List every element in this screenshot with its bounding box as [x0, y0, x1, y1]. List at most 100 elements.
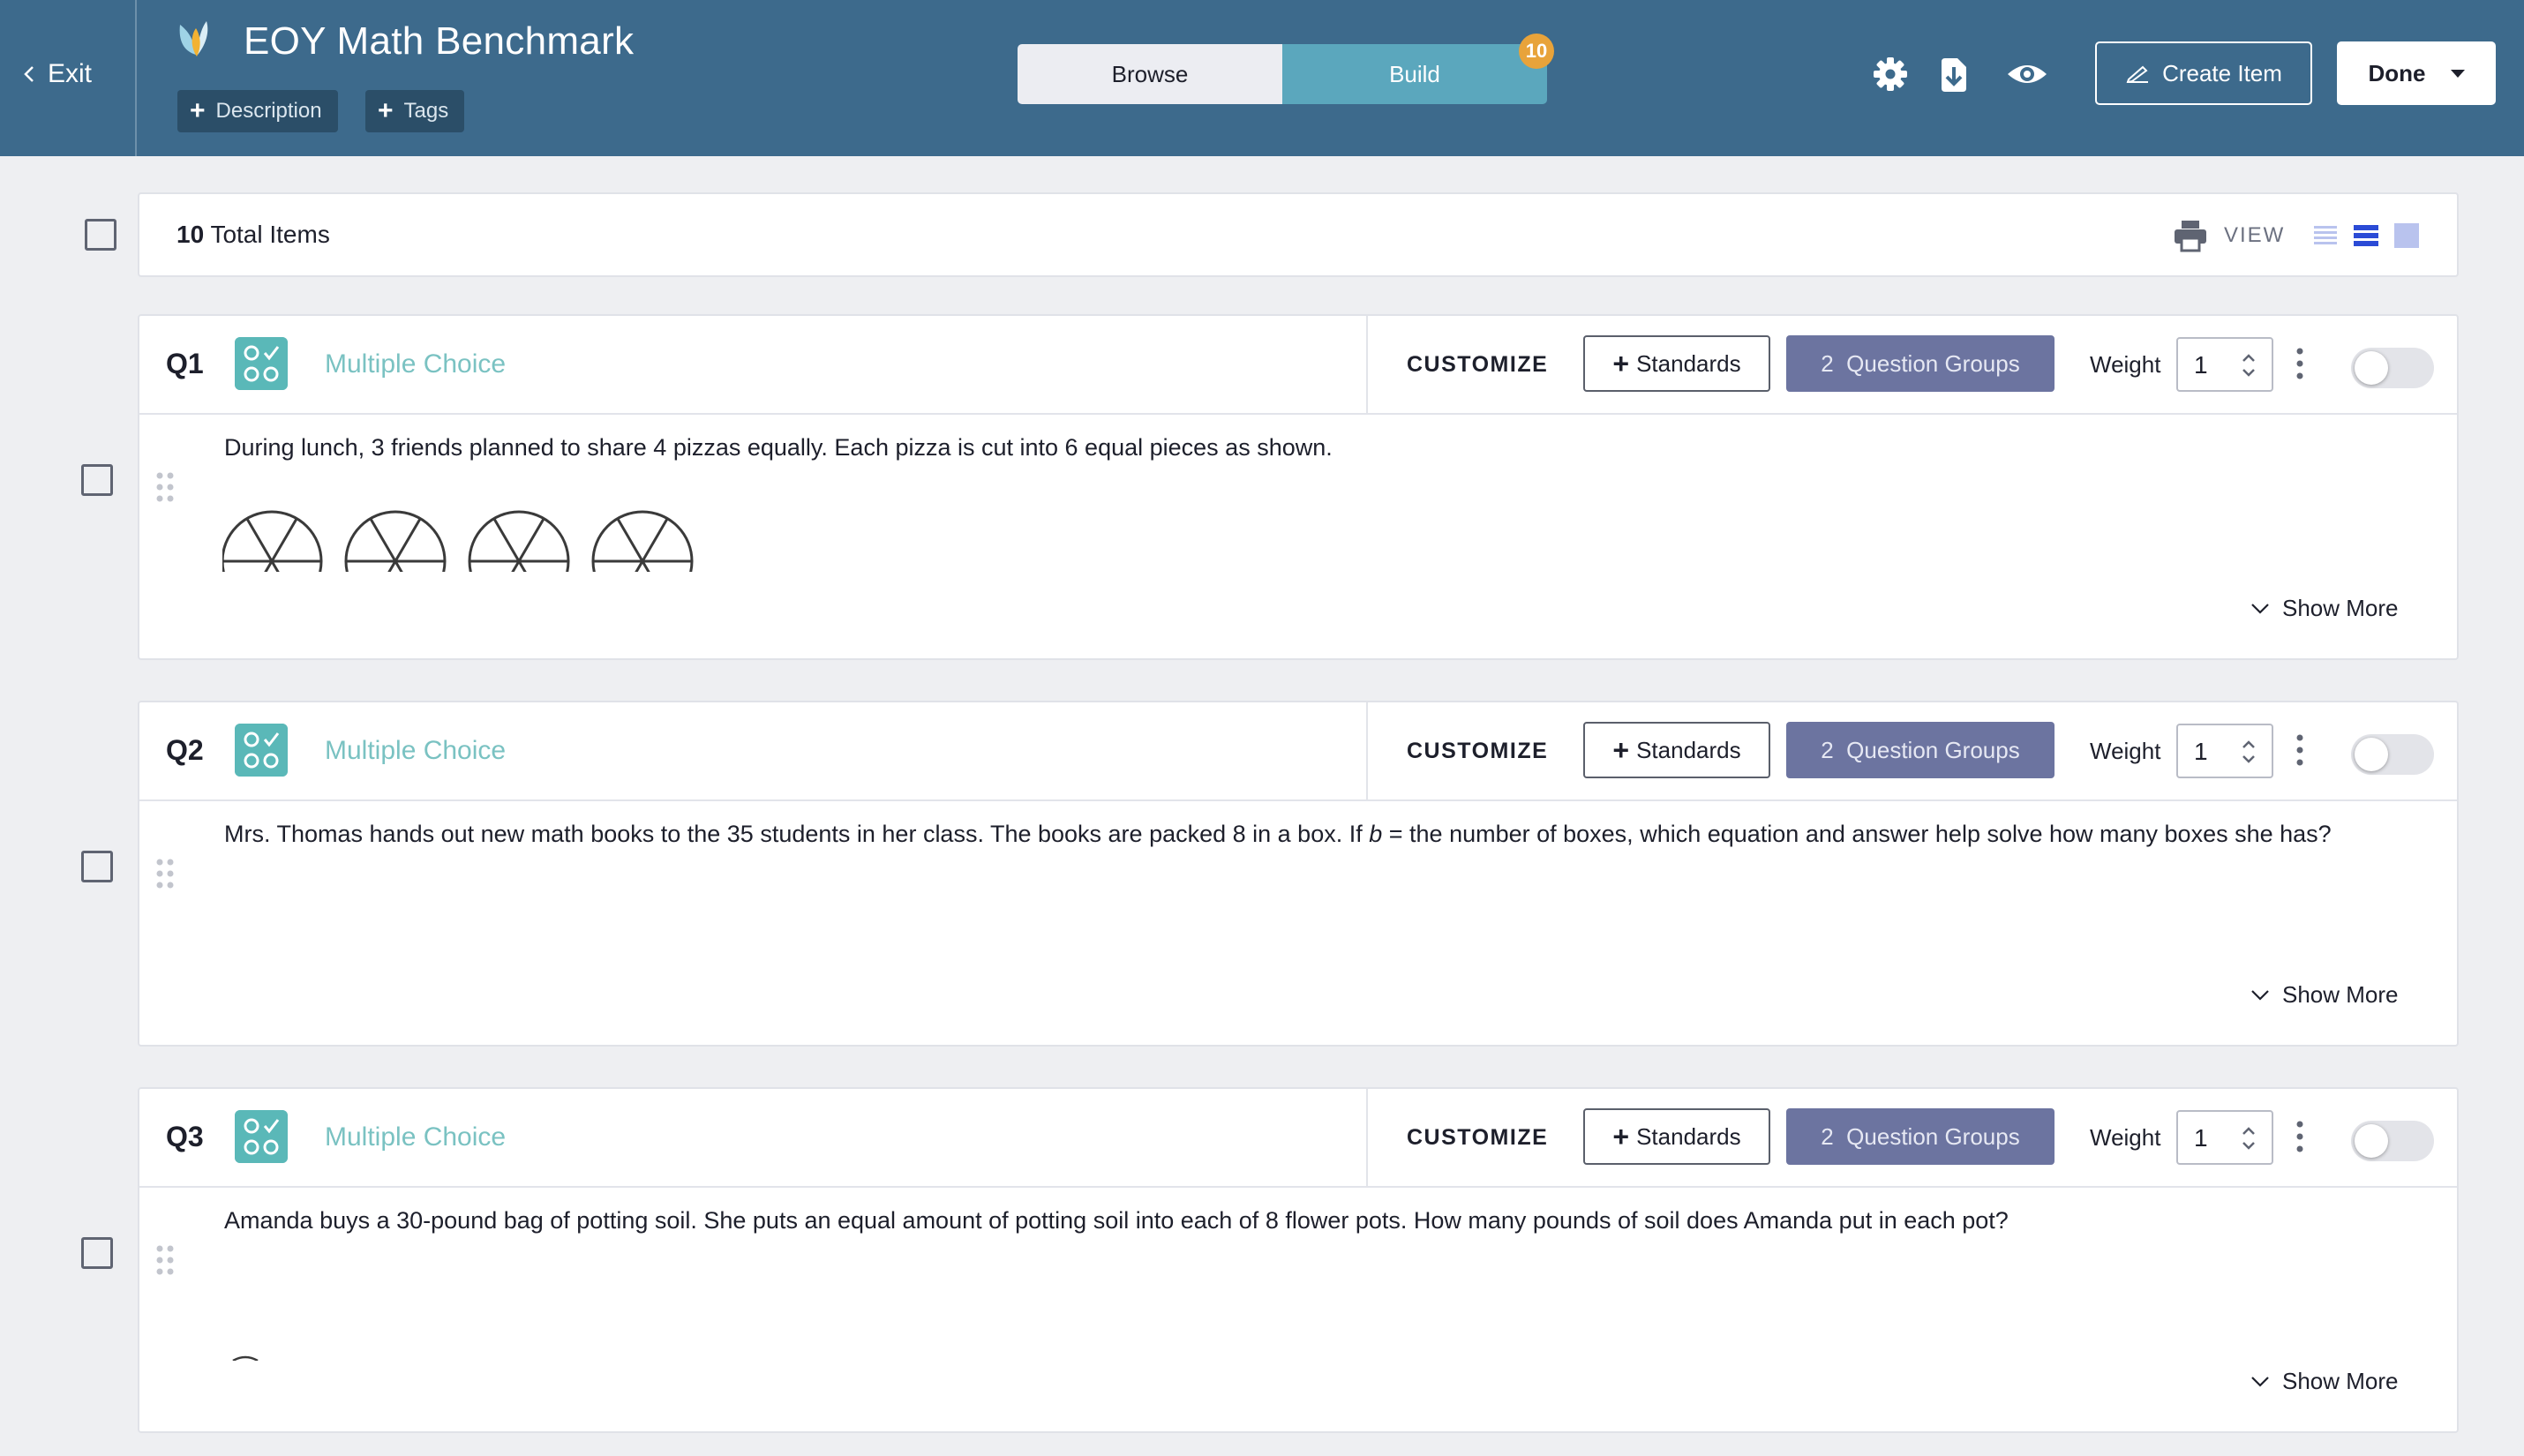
list-compact-icon[interactable]	[2312, 222, 2339, 249]
question-groups-button[interactable]: 2 Question Groups	[1786, 335, 2055, 392]
show-more-label: Show More	[2282, 1368, 2399, 1394]
question-groups-button[interactable]: 2 Question Groups	[1786, 722, 2055, 778]
variable-b: b	[1369, 821, 1383, 847]
top-bar: Exit EOY Math Benchmark + Description + …	[0, 0, 2524, 156]
header-divider	[1366, 1089, 1368, 1186]
done-dropdown-button[interactable]: Done	[2337, 41, 2496, 105]
done-label: Done	[2368, 59, 2426, 86]
question-type: Multiple Choice	[325, 349, 507, 379]
question-header: Q2 Multiple Choice CUSTOMIZE + Standards…	[139, 702, 2457, 801]
question-type: Multiple Choice	[325, 1122, 507, 1152]
more-options-icon[interactable]	[2293, 346, 2307, 381]
print-icon[interactable]	[2173, 219, 2208, 252]
drag-handle-icon[interactable]	[155, 1244, 175, 1276]
tab-browse[interactable]: Browse	[1018, 44, 1282, 104]
drag-handle-icon[interactable]	[155, 858, 175, 889]
gear-icon[interactable]	[1871, 55, 1910, 94]
chevron-down-icon	[2251, 603, 2269, 614]
stepper-arrows-icon[interactable]	[2240, 738, 2257, 766]
question-toggle[interactable]	[2351, 348, 2434, 388]
download-icon[interactable]	[1934, 55, 1973, 94]
total-count: 10	[177, 221, 205, 248]
plus-icon: +	[1612, 1121, 1630, 1152]
show-more-button[interactable]: Show More	[2250, 1368, 2399, 1395]
header-divider	[1366, 316, 1368, 413]
total-items-text: 10 Total Items	[177, 221, 330, 249]
plus-icon: +	[378, 96, 394, 125]
stepper-arrows-icon[interactable]	[2240, 1124, 2257, 1152]
chevron-down-icon	[2251, 989, 2269, 1001]
exit-button[interactable]: Exit	[19, 55, 92, 94]
question-card-q1: Q1 Multiple Choice CUSTOMIZE + Standards…	[138, 314, 2459, 660]
grid-icon[interactable]	[2393, 222, 2420, 249]
question-text-part: Mrs. Thomas hands out new math books to …	[224, 821, 1370, 847]
add-standards-button[interactable]: + Standards	[1583, 722, 1770, 778]
question-select-checkbox[interactable]	[81, 464, 113, 496]
eye-icon[interactable]	[2005, 55, 2049, 94]
question-type: Multiple Choice	[325, 736, 507, 765]
list-expanded-icon[interactable]	[2353, 222, 2379, 249]
question-text: During lunch, 3 friends planned to share…	[224, 434, 1333, 461]
multiple-choice-icon	[235, 337, 288, 390]
add-tags-button[interactable]: + Tags	[365, 90, 465, 132]
question-text-part: = the number of boxes, which equation an…	[1382, 821, 2332, 847]
add-standards-button[interactable]: + Standards	[1583, 1108, 1770, 1165]
question-toggle[interactable]	[2351, 734, 2434, 775]
toggle-knob	[2355, 351, 2388, 385]
customize-button[interactable]: CUSTOMIZE	[1407, 1125, 1548, 1151]
items-summary-bar: 10 Total Items VIEW	[138, 192, 2459, 277]
caret-down-icon	[2450, 69, 2465, 78]
standards-label: Standards	[1636, 736, 1741, 763]
weight-value: 1	[2194, 738, 2208, 765]
weight-label: Weight	[2090, 1124, 2161, 1151]
weight-stepper[interactable]: 1	[2176, 337, 2273, 392]
chevron-down-icon	[2251, 1376, 2269, 1387]
stepper-arrows-icon[interactable]	[2240, 351, 2257, 379]
weight-label: Weight	[2090, 738, 2161, 764]
customize-button[interactable]: CUSTOMIZE	[1407, 739, 1548, 764]
show-more-label: Show More	[2282, 595, 2399, 621]
total-label: Total Items	[210, 221, 330, 248]
standards-label: Standards	[1636, 349, 1741, 377]
question-header: Q3 Multiple Choice CUSTOMIZE + Standards…	[139, 1089, 2457, 1188]
show-more-button[interactable]: Show More	[2250, 981, 2399, 1009]
standards-label: Standards	[1636, 1122, 1741, 1150]
more-options-icon[interactable]	[2293, 1119, 2307, 1154]
description-label: Description	[215, 99, 322, 123]
header-divider	[1366, 702, 1368, 799]
weight-value: 1	[2194, 1124, 2208, 1152]
more-options-icon[interactable]	[2293, 732, 2307, 768]
pizza-diagrams-image	[222, 510, 694, 572]
weight-label: Weight	[2090, 351, 2161, 378]
customize-button[interactable]: CUSTOMIZE	[1407, 352, 1548, 378]
question-text: Amanda buys a 30-pound bag of potting so…	[224, 1207, 2009, 1234]
question-groups-button[interactable]: 2 Question Groups	[1786, 1108, 2055, 1165]
question-toggle[interactable]	[2351, 1121, 2434, 1161]
create-item-button[interactable]: Create Item	[2095, 41, 2312, 105]
chevron-left-icon	[24, 66, 34, 82]
pencil-icon	[2126, 65, 2149, 83]
clipped-image-edge	[232, 1355, 259, 1361]
show-more-label: Show More	[2282, 981, 2399, 1008]
question-number: Q3	[166, 1121, 204, 1152]
weight-value: 1	[2194, 351, 2208, 379]
build-count-badge: 10	[1519, 34, 1554, 69]
weight-stepper[interactable]: 1	[2176, 724, 2273, 778]
show-more-button[interactable]: Show More	[2250, 595, 2399, 622]
question-select-checkbox[interactable]	[81, 851, 113, 882]
toggle-knob	[2355, 738, 2388, 771]
weight-stepper[interactable]: 1	[2176, 1110, 2273, 1165]
drag-handle-icon[interactable]	[155, 471, 175, 503]
add-description-button[interactable]: + Description	[177, 90, 338, 132]
select-all-checkbox[interactable]	[85, 219, 116, 251]
add-standards-button[interactable]: + Standards	[1583, 335, 1770, 392]
question-number: Q1	[166, 348, 204, 379]
question-select-checkbox[interactable]	[81, 1237, 113, 1269]
multiple-choice-icon	[235, 1110, 288, 1163]
plus-icon: +	[1612, 734, 1630, 766]
plus-icon: +	[1612, 348, 1630, 379]
multiple-choice-icon	[235, 724, 288, 777]
tab-build[interactable]: Build	[1282, 44, 1547, 104]
question-text: Mrs. Thomas hands out new math books to …	[224, 817, 2378, 851]
tags-label: Tags	[403, 99, 449, 123]
